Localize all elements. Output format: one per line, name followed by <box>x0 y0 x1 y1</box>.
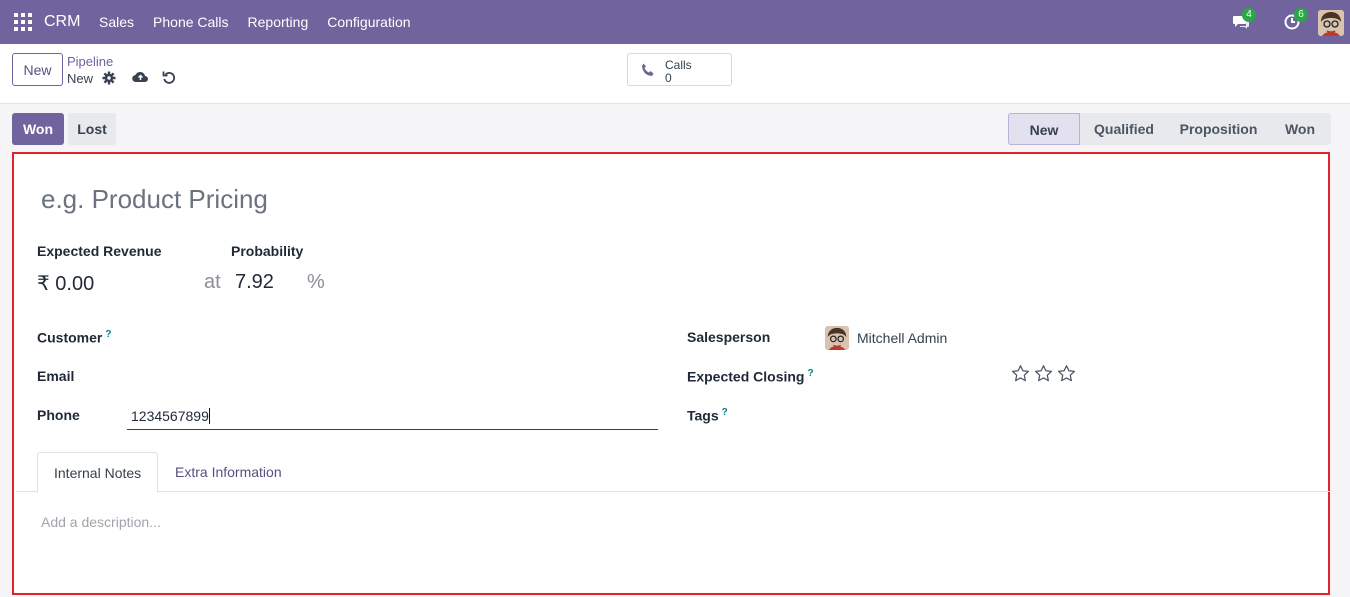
mark-lost-button[interactable]: Lost <box>68 113 116 145</box>
salesperson-field[interactable]: Mitchell Admin <box>857 330 947 346</box>
percent-sign: % <box>307 271 325 293</box>
calls-label: Calls <box>665 58 692 72</box>
star-icon[interactable] <box>1034 364 1053 383</box>
expected-revenue-label: Expected Revenue <box>37 243 162 259</box>
breadcrumb-pipeline-link[interactable]: Pipeline <box>67 54 113 69</box>
probability-field[interactable]: 7.92 <box>235 271 274 294</box>
top-navbar: CRM Sales Phone Calls Reporting Configur… <box>0 0 1350 44</box>
expected-revenue-field[interactable]: ₹ 0.00 <box>37 271 94 296</box>
stage-qualified[interactable]: Qualified <box>1072 113 1170 145</box>
lead-form-sheet: e.g. Product Pricing Expected Revenue Pr… <box>12 152 1330 595</box>
menu-configuration[interactable]: Configuration <box>327 14 410 30</box>
menu-phone-calls[interactable]: Phone Calls <box>153 14 229 30</box>
save-cloud-icon[interactable] <box>132 70 149 84</box>
star-icon[interactable] <box>1057 364 1076 383</box>
phone-input[interactable]: 1234567899 <box>127 404 658 430</box>
customer-help-icon[interactable]: ? <box>105 329 111 340</box>
salesperson-label: Salesperson <box>687 329 771 345</box>
phone-icon <box>640 62 656 78</box>
email-label: Email <box>37 368 75 384</box>
activity-badge: 6 <box>1294 8 1308 22</box>
text-caret <box>208 408 210 424</box>
menu-sales[interactable]: Sales <box>99 14 134 30</box>
stage-new[interactable]: New <box>1008 113 1080 145</box>
menu-reporting[interactable]: Reporting <box>248 14 309 30</box>
breadcrumb-current: New <box>67 71 94 86</box>
user-avatar[interactable] <box>1318 10 1344 36</box>
chat-badge: 4 <box>1242 8 1256 22</box>
discard-undo-icon[interactable] <box>162 70 176 84</box>
notebook-tabs: Internal Notes Extra Information <box>16 452 1330 493</box>
control-panel: New Pipeline New Calls 0 <box>0 44 1350 104</box>
phone-label: Phone <box>37 407 80 423</box>
customer-label: Customer? <box>37 329 112 346</box>
star-icon[interactable] <box>1011 364 1030 383</box>
tab-extra-information[interactable]: Extra Information <box>159 452 298 492</box>
phone-value: 1234567899 <box>131 408 209 424</box>
salesperson-avatar <box>825 326 849 350</box>
apps-grid-icon[interactable] <box>14 13 32 31</box>
app-brand[interactable]: CRM <box>44 13 80 31</box>
calls-count: 0 <box>665 71 672 85</box>
at-text: at <box>204 271 221 293</box>
description-editor[interactable]: Add a description... <box>41 514 161 530</box>
opportunity-title-input[interactable]: e.g. Product Pricing <box>41 184 268 215</box>
tags-help-icon[interactable]: ? <box>722 407 728 418</box>
calls-smart-button[interactable]: Calls 0 <box>627 53 732 86</box>
priority-stars <box>1011 364 1076 383</box>
mark-won-button[interactable]: Won <box>12 113 64 145</box>
tags-label: Tags? <box>687 407 728 424</box>
main-menu: Sales Phone Calls Reporting Configuratio… <box>99 14 430 30</box>
activity-clock-icon[interactable]: 6 <box>1284 8 1308 30</box>
chat-icon[interactable]: 4 <box>1232 8 1256 30</box>
expected-closing-help-icon[interactable]: ? <box>807 368 813 379</box>
stage-statusbar: Won Proposition Qualified New <box>1008 113 1331 145</box>
gear-icon[interactable] <box>102 71 116 85</box>
new-record-button[interactable]: New <box>12 53 63 86</box>
probability-label: Probability <box>231 243 304 259</box>
stage-proposition[interactable]: Proposition <box>1158 113 1273 145</box>
expected-closing-label: Expected Closing? <box>687 368 814 385</box>
tab-internal-notes[interactable]: Internal Notes <box>37 452 159 493</box>
